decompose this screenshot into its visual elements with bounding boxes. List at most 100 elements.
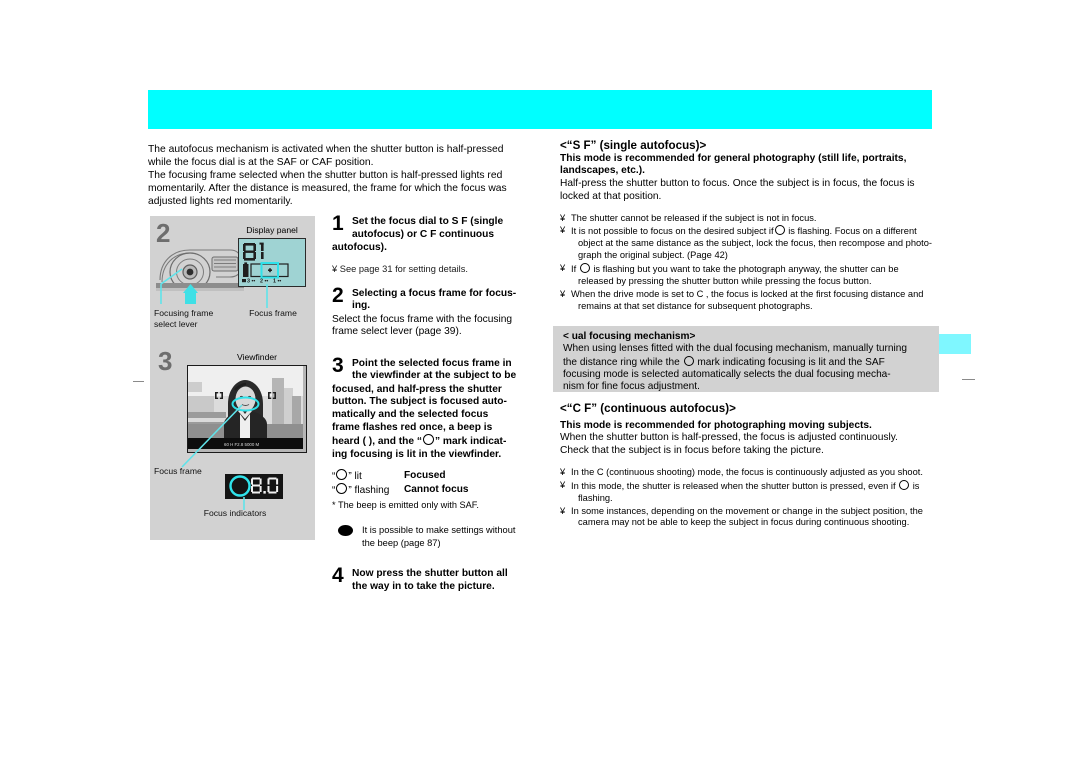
saf-bullet-2-text-b: is flashing. Focus on a different: [788, 226, 917, 237]
step-3-heading-line-4: button. The subject is focused auto-: [332, 396, 507, 408]
tip-line-1: It is possible to make settings without: [362, 525, 516, 536]
saf-section: <“S F” (single autofocus)> This mode is …: [560, 139, 938, 314]
saf-bold-line-2: landscapes, etc.).: [560, 165, 645, 177]
caf-bullet-2-text-b: is: [912, 480, 920, 491]
dual-focusing-content: < ual focusing mechanism> When using len…: [563, 331, 925, 393]
caf-bullet-list: ¥ In the C (continuous shooting) mode, t…: [560, 467, 938, 530]
step-4-number: 4: [332, 564, 344, 588]
dual-focusing-line-4: nism for fine focus adjustment.: [563, 381, 700, 393]
lever-caption-line-2: select lever: [154, 318, 198, 329]
step-3-heading-line-3: focused, and half-press the shutter: [332, 383, 502, 395]
dual-focusing-mechanism-box: < ual focusing mechanism> When using len…: [553, 326, 939, 392]
display-panel-illustration: 3 •• 2 •• 1 ••: [238, 238, 306, 287]
intro-line-1: The autofocus mechanism is activated whe…: [148, 144, 504, 155]
crop-mark-right: [962, 379, 975, 380]
cannot-focus-status-label: Cannot focus: [404, 484, 469, 496]
saf-section-title: <“S F” (single autofocus)>: [560, 139, 707, 152]
step-3-heading-line-2: the viewfinder at the subject to be: [352, 370, 517, 382]
step-3: 3 Point the selected focus frame in the …: [332, 353, 524, 462]
step-3-heading-line-5: matically and the selected focus: [332, 408, 489, 420]
step-4-heading: 4 Now press the shutter button all the w…: [332, 564, 524, 594]
focus-indicators-caption: Focus indicators: [203, 508, 267, 518]
caf-bullet-1: ¥ In the C (continuous shooting) mode, t…: [560, 467, 938, 479]
saf-bullet-4-text-b: remains at that set distance for subsequ…: [578, 300, 813, 311]
caf-bullet-1-text: In the C (continuous shooting) mode, the…: [571, 466, 923, 477]
figure-step-3-number: 3: [158, 346, 173, 376]
saf-bullet-3-text-a: If: [571, 264, 577, 275]
saf-bullet-3-text-c: released by pressing the shutter button …: [578, 276, 872, 287]
steps-column: 1 Set the focus dial to S F (single auto…: [332, 212, 524, 594]
viewfinder-focus-frame-caption: Focus frame: [154, 466, 202, 476]
svg-text:2: 2: [260, 278, 263, 283]
lit-label: ” lit: [348, 471, 362, 483]
saf-bullet-3: ¥ If is flashing but you want to take th…: [560, 263, 938, 288]
bullet-marker-icon: ¥: [560, 212, 566, 223]
caf-bold-line-1: This mode is recommended for photographi…: [560, 419, 872, 431]
step-3-number: 3: [332, 353, 344, 377]
edge-tab-marker: [936, 334, 971, 354]
step-2-body-line-1: Select the focus frame with the focusing: [332, 313, 513, 325]
illustration-panel: 2 Focusing frame select lever Display pa…: [150, 216, 315, 540]
focus-circle-icon: [899, 479, 910, 490]
focus-circle-lit-icon: [336, 469, 348, 481]
flashing-indicator-cell: “ ” flashing: [332, 483, 404, 497]
focus-table-row-cannot-focus: “ ” flashing Cannot focus: [332, 483, 524, 497]
step-3-heading-line-7: heard ( ), and the “ ” mark indicat-: [332, 434, 524, 449]
step-2-heading-line-1: Selecting a focus frame for focus-: [352, 287, 517, 299]
step-1-number: 1: [332, 212, 344, 235]
saf-bullet-2-text-c: object at the same distance as the subje…: [578, 238, 933, 249]
step-1-note: ¥ See page 31 for setting details.: [332, 263, 468, 274]
focusing-frame-select-lever-caption: Focusing frame select lever: [154, 308, 236, 329]
svg-text:••: ••: [252, 278, 256, 283]
step-4-heading-line-2: the way in to take the picture.: [352, 580, 495, 592]
focus-indicator-readout: [225, 474, 283, 499]
step-1-heading-line-3: autofocus).: [332, 242, 387, 253]
caf-bullet-3-text-a: In some instances, depending on the move…: [571, 505, 923, 516]
intro-paragraph: The autofocus mechanism is activated whe…: [148, 143, 523, 208]
header-color-bar: [148, 90, 932, 129]
step-2: 2 Selecting a focus frame for focus- ing…: [332, 283, 524, 339]
dual-line-2-a: the distance ring while the: [563, 356, 680, 368]
saf-bullet-2: ¥ It is not possible to focus on the des…: [560, 225, 938, 262]
caf-bullet-2: ¥ In this mode, the shutter is released …: [560, 479, 938, 505]
step-1-heading-line-1: Set the focus dial to S F (single: [352, 216, 504, 227]
crop-mark-left: [133, 381, 144, 382]
step-1-heading: 1 Set the focus dial to S F (single auto…: [332, 212, 524, 242]
intro-line-3: The focusing frame selected when the shu…: [148, 170, 503, 182]
caf-bullet-2-text-c: flashing.: [578, 492, 613, 503]
caf-bullet-3-text-b: camera may not be able to keep the subje…: [578, 517, 910, 528]
step-3-heading-line-6: frame flashes red once, a beep is: [332, 421, 493, 433]
focus-circle-icon: [774, 225, 785, 236]
focus-frame-leader-line: [266, 284, 268, 308]
step-3-heading-line-8: ing focusing is lit in the viewfinder.: [332, 448, 502, 460]
bullet-marker-icon: ¥: [560, 479, 566, 490]
step-4-heading-line-1: Now press the shutter button all: [352, 568, 508, 580]
bullet-marker-icon: ¥: [560, 225, 566, 236]
svg-text:••: ••: [265, 278, 269, 283]
step-3-line-7-post: ” mark indicat-: [435, 436, 507, 448]
step-2-body-line-2: frame select lever (page 39).: [332, 326, 462, 338]
viewfinder-label: Viewfinder: [237, 352, 277, 362]
beep-footnote: * The beep is emitted only with SAF.: [332, 500, 479, 511]
step-3-heading-line-1: Point the selected focus frame in: [352, 357, 512, 369]
focused-status-label: Focused: [404, 470, 446, 482]
focus-indicator-table: “” lit Focused “” flashing Cannot focus …: [332, 469, 524, 511]
bullet-marker-icon: ¥: [560, 263, 566, 274]
lever-leader-line: [160, 268, 183, 304]
intro-line-5: adjusted lights red momentarily.: [148, 196, 293, 208]
intro-line-4: momentarily. After the distance is measu…: [148, 183, 507, 195]
quote-open-1: “: [332, 471, 336, 483]
focus-circle-icon: [579, 263, 590, 274]
dual-focusing-title: < ual focusing mechanism>: [563, 331, 696, 342]
step-1-heading-line-2: autofocus) or C F continuous: [352, 228, 495, 240]
saf-bullet-list: ¥ The shutter cannot be released if the …: [560, 213, 938, 313]
focus-frame-caption: Focus frame: [249, 308, 297, 318]
caf-bullet-2-text-a: In this mode, the shutter is released wh…: [571, 480, 896, 491]
caf-plain-line-2: Check that the subject is in focus befor…: [560, 445, 824, 457]
saf-bullet-4-text-a: When the drive mode is set to C , the fo…: [571, 288, 924, 299]
caf-bullet-3: ¥ In some instances, depending on the mo…: [560, 506, 938, 530]
svg-text:3: 3: [247, 278, 250, 283]
step-2-number: 2: [332, 283, 344, 307]
dual-focusing-line-1: When using lenses fitted with the dual f…: [563, 343, 907, 355]
step-4: 4 Now press the shutter button all the w…: [332, 564, 524, 594]
